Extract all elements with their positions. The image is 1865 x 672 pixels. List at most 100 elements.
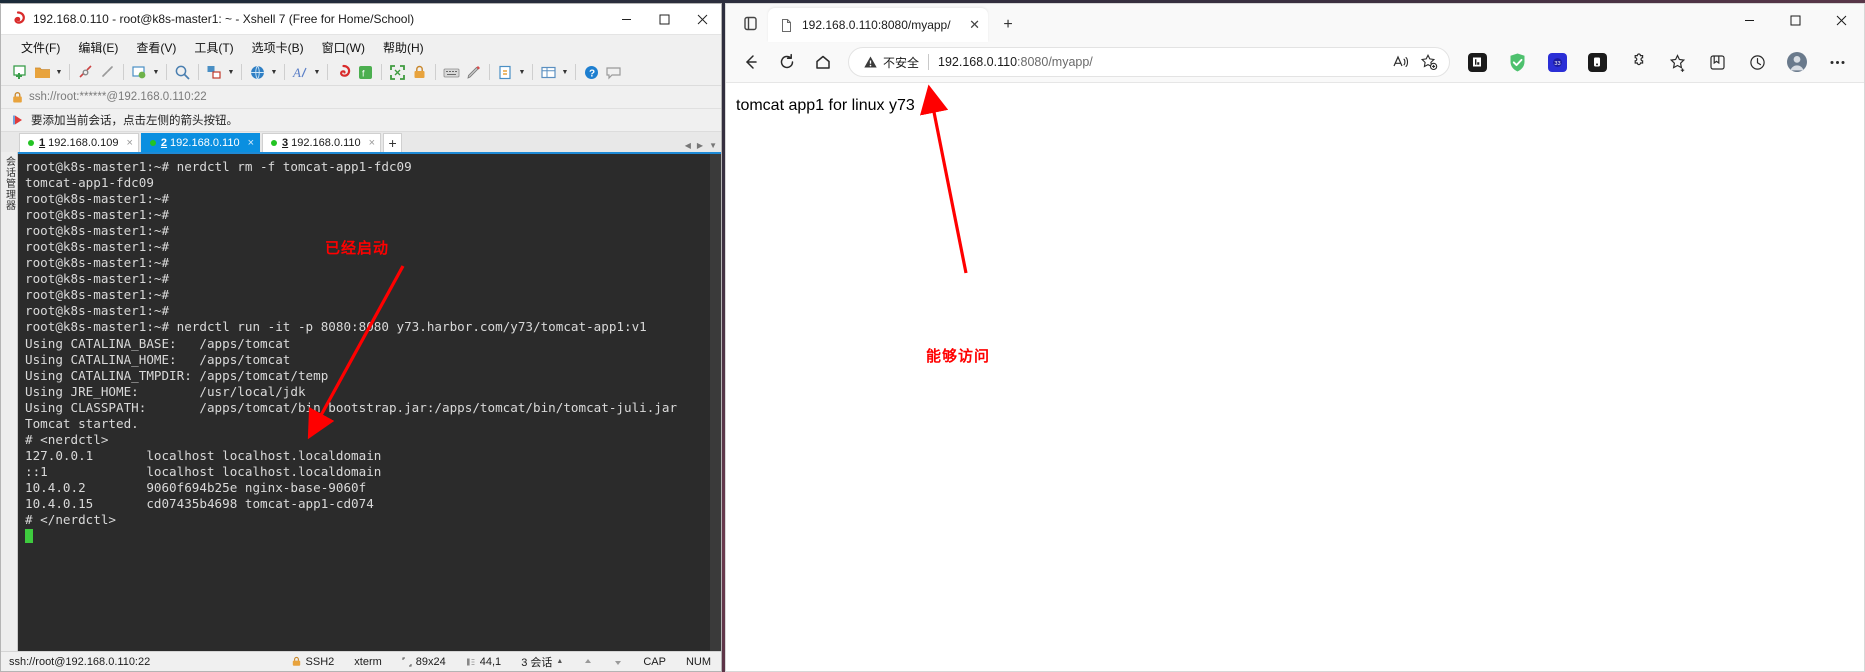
reload-button[interactable] [770,47,804,77]
globe-icon[interactable] [247,62,268,83]
extension-icon-1[interactable] [1458,47,1496,77]
extension-blue-icon: 33 [1547,52,1567,72]
menu-file[interactable]: 文件(F) [13,36,68,59]
file-transfer-icon[interactable] [204,62,225,83]
menu-help[interactable]: 帮助(H) [375,36,432,59]
split-layout-dropdown-icon[interactable]: ▼ [560,62,570,83]
status-sessions-caret-icon[interactable]: ▲ [556,658,563,665]
xshell-menubar: 文件(F) 编辑(E) 查看(V) 工具(T) 选项卡(B) 窗口(W) 帮助(… [1,35,721,59]
menu-tabs[interactable]: 选项卡(B) [244,36,312,59]
split-layout-icon[interactable] [538,62,559,83]
terminal-line: root@k8s-master1:~# [25,287,170,303]
favorites-button[interactable] [1698,47,1736,77]
help-icon[interactable]: ? [581,62,602,83]
xshell-close-button[interactable] [683,4,721,35]
settings-and-more-button[interactable] [1818,47,1856,77]
extensions-puzzle-button[interactable] [1618,47,1656,77]
lock-icon[interactable] [409,62,430,83]
extension-icon-3[interactable]: 33 [1538,47,1576,77]
session-tab-1-close-icon[interactable]: × [126,137,132,149]
toolbar-separator-6 [284,64,285,80]
new-session-icon[interactable] [10,62,31,83]
address-bar[interactable]: 不安全 192.168.0.110:8080/myapp/ [848,47,1450,77]
tabstrip-next-icon[interactable]: ▶ [697,141,703,150]
home-button[interactable] [806,47,840,77]
terminal-line: Tomcat started. [25,415,139,431]
address-bar-url[interactable]: 192.168.0.110:8080/myapp/ [938,55,1387,69]
open-folder-icon[interactable] [32,62,53,83]
search-icon[interactable] [172,62,193,83]
new-tab-button[interactable]: + [994,11,1022,39]
xshell-minimize-button[interactable] [607,4,645,35]
fullscreen-icon[interactable] [387,62,408,83]
menu-window[interactable]: 窗口(W) [314,36,373,59]
xshell-address-bar[interactable]: ssh://root:******@192.168.0.110:22 [1,86,721,109]
xshell-logo-icon[interactable] [333,62,354,83]
session-tab-2-close-icon[interactable]: × [248,137,254,149]
edge-titlebar: 192.168.0.110:8080/myapp/ ✕ + [726,4,1864,42]
read-aloud-icon[interactable] [1387,49,1415,75]
tab-actions-icon[interactable] [732,6,768,40]
back-button[interactable] [734,47,768,77]
edge-tabstrip: 192.168.0.110:8080/myapp/ ✕ + [726,4,1726,42]
session-tab-3-close-icon[interactable]: × [369,137,375,149]
toolbar-separator-3 [166,64,167,80]
status-num-indicator: NUM [685,655,711,668]
session-properties-dropdown-icon[interactable]: ▼ [151,62,161,83]
browser-tab[interactable]: 192.168.0.110:8080/myapp/ ✕ [768,8,988,42]
terminal-line: Using CATALINA_TMPDIR: /apps/tomcat/temp [25,367,329,383]
menu-tools[interactable]: 工具(T) [186,36,241,59]
status-sessions-group[interactable]: 3 会话 ▲ [511,654,573,670]
layout-copy-dropdown-icon[interactable]: ▼ [517,62,527,83]
reconnect-icon[interactable] [97,62,118,83]
terminal-scrollbar[interactable] [710,152,721,651]
profile-avatar[interactable] [1778,47,1816,77]
keyboard-icon[interactable] [441,62,462,83]
session-properties-icon[interactable] [129,62,150,83]
xshell-toolbar: ▼ ▼ ▼ ▼ A ▼ f ▼ ▼ ? [1,59,721,86]
session-tab-2[interactable]: 2 192.168.0.110 × [140,133,261,152]
menu-view[interactable]: 查看(V) [128,36,184,59]
tabstrip-nav[interactable]: ◀ ▶ ▼ [685,141,717,150]
terminal-line: root@k8s-master1:~# nerdctl rm -f tomcat… [25,159,412,174]
open-folder-dropdown-icon[interactable]: ▼ [54,62,64,83]
globe-dropdown-icon[interactable]: ▼ [269,62,279,83]
extension-icon-4[interactable] [1578,47,1616,77]
history-button[interactable] [1738,47,1776,77]
security-status[interactable]: 不安全 [863,54,919,71]
svg-text:A: A [292,65,301,80]
status-terminal-type: xterm [354,655,382,668]
xshell-statusbar: ssh://root@192.168.0.110:22 SSH2 xterm 8… [1,651,721,671]
new-session-tab-button[interactable]: + [383,133,403,152]
extension-icon-2[interactable] [1498,47,1536,77]
toolbar-separator-9 [435,64,436,80]
comment-icon[interactable] [603,62,624,83]
disconnect-icon[interactable] [75,62,96,83]
xshell-maximize-button[interactable] [645,4,683,35]
add-favorite-icon[interactable] [1415,49,1443,75]
font-icon[interactable]: A [290,62,311,83]
terminal-line: 10.4.0.2 9060f694b25e nginx-base-9060f [25,479,367,495]
session-tab-1[interactable]: 1 192.168.0.109 × [19,133,139,152]
edge-close-button[interactable] [1818,4,1864,36]
file-transfer-dropdown-icon[interactable]: ▼ [226,62,236,83]
menu-edit[interactable]: 编辑(E) [70,36,126,59]
font-dropdown-icon[interactable]: ▼ [312,62,322,83]
url-port: :8080 [1017,55,1049,69]
terminal-line: root@k8s-master1:~# [25,303,170,319]
tabstrip-menu-icon[interactable]: ▼ [709,141,717,150]
collections-button[interactable] [1658,47,1696,77]
session-manager-strip[interactable]: 会话管理器 [1,152,18,651]
browser-tab-close-icon[interactable]: ✕ [969,17,980,33]
session-tab-3[interactable]: 3 192.168.0.110 × [262,133,382,152]
xftp-icon[interactable]: f [355,62,376,83]
status-scroll-up-icon[interactable] [573,657,603,667]
highlight-pen-icon[interactable] [463,62,484,83]
terminal-output[interactable]: root@k8s-master1:~# nerdctl rm -f tomcat… [18,152,710,651]
xshell-app-icon [10,11,26,27]
edge-minimize-button[interactable] [1726,4,1772,36]
status-scroll-down-icon[interactable] [603,657,633,667]
edge-maximize-button[interactable] [1772,4,1818,36]
layout-copy-icon[interactable] [495,62,516,83]
tabstrip-prev-icon[interactable]: ◀ [685,141,691,150]
